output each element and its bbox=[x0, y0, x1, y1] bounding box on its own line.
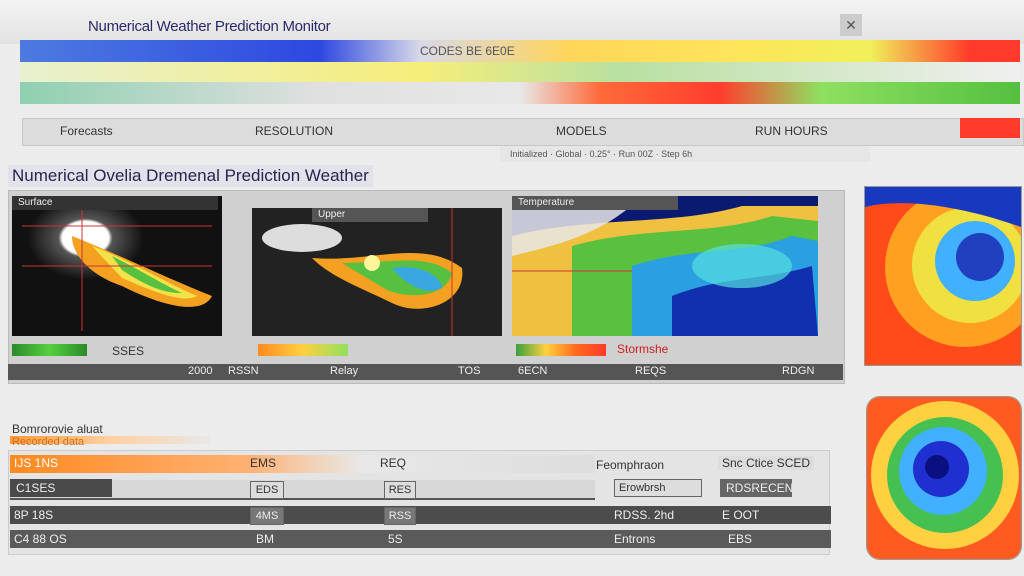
table-cell: BM bbox=[256, 532, 274, 546]
forecast-map-3-graphic bbox=[512, 196, 818, 336]
forecast-map-3[interactable] bbox=[512, 196, 818, 336]
section-subtitle: Recorded data bbox=[12, 436, 85, 448]
table-cell: RDSS. 2hd bbox=[614, 508, 675, 522]
axis-label: RSSN bbox=[228, 365, 259, 377]
legend-bar-3 bbox=[516, 344, 606, 356]
toolbar-strip-text: CODES BE 6E0E bbox=[420, 44, 515, 58]
table-cell: C1SES bbox=[10, 479, 112, 497]
vortex-thumbnail-1-graphic bbox=[865, 187, 1021, 365]
vortex-thumbnail-2-graphic bbox=[867, 397, 1021, 559]
table-cell: 8P 18S bbox=[14, 508, 54, 522]
legend-bar-1 bbox=[12, 344, 87, 356]
table-stepper[interactable]: EDS bbox=[250, 481, 284, 499]
nav-item-forecasts[interactable]: Forecasts bbox=[60, 124, 113, 138]
nav-accent-block bbox=[960, 118, 1020, 138]
status-subbar: Initialized · Global · 0.25° · Run 00Z ·… bbox=[500, 146, 870, 162]
table-cell: RDSRECEN bbox=[720, 479, 793, 497]
legend-bar-2 bbox=[258, 344, 348, 356]
table-cell: IJS 1NS bbox=[14, 456, 59, 470]
close-icon[interactable]: ✕ bbox=[840, 14, 862, 36]
legend-label-3: Stormshe bbox=[617, 342, 669, 356]
table-row[interactable] bbox=[10, 506, 831, 524]
legend-label-1: SSES bbox=[112, 344, 145, 358]
map-1-header: Surface bbox=[12, 196, 218, 210]
toolbar-strip-bottom[interactable] bbox=[20, 82, 1020, 104]
axis-label: Relay bbox=[330, 365, 359, 377]
table-stepper[interactable]: RSS bbox=[384, 507, 416, 525]
table-row[interactable] bbox=[10, 455, 595, 473]
toolbar-strip-top[interactable] bbox=[20, 40, 1020, 62]
axis-label: REQS bbox=[635, 365, 667, 377]
vortex-thumbnail-2[interactable] bbox=[866, 396, 1022, 560]
nav-item-models[interactable]: MODELS bbox=[556, 124, 607, 138]
table-side-cell: Snc Ctice SCED bbox=[718, 456, 815, 470]
table-stepper[interactable]: RES bbox=[384, 481, 416, 499]
table-stepper[interactable]: Erowbrsh bbox=[614, 479, 702, 497]
table-cell: 5S bbox=[388, 532, 403, 546]
section-title: Bomrorovie aluat bbox=[12, 422, 103, 436]
map-2-header: Upper bbox=[312, 208, 428, 222]
axis-label: 6ECN bbox=[518, 365, 548, 377]
table-stepper[interactable]: 4MS bbox=[250, 507, 284, 525]
table-side-cell: Feomphraon bbox=[596, 458, 665, 472]
toolbar-strip-middle[interactable] bbox=[20, 62, 1020, 82]
axis-label: 2000 bbox=[188, 365, 213, 377]
axis-label: RDGN bbox=[782, 365, 815, 377]
nav-bar bbox=[22, 118, 1024, 146]
map-axis-bar bbox=[8, 364, 843, 380]
vortex-thumbnail-1[interactable] bbox=[864, 186, 1022, 366]
nav-item-resolution[interactable]: RESOLUTION bbox=[255, 124, 333, 138]
nav-item-run-hours[interactable]: RUN HOURS bbox=[755, 124, 828, 138]
forecast-map-2-graphic bbox=[262, 208, 463, 336]
table-cell: REQ bbox=[380, 456, 407, 470]
table-row[interactable] bbox=[10, 530, 831, 548]
forecast-map-1[interactable] bbox=[12, 196, 222, 336]
map-3-header: Temperature bbox=[512, 196, 678, 210]
table-cell: Entrons bbox=[614, 532, 656, 546]
table-cell: E OOT bbox=[722, 508, 760, 522]
forecast-map-1-graphic bbox=[22, 206, 212, 331]
axis-label: TOS bbox=[458, 365, 481, 377]
table-cell: C4 88 OS bbox=[14, 532, 67, 546]
page-title: Numerical Ovelia Dremenal Prediction Wea… bbox=[8, 165, 373, 187]
table-cell: EBS bbox=[728, 532, 753, 546]
window-title: Numerical Weather Prediction Monitor bbox=[88, 18, 331, 35]
table-cell: EMS bbox=[250, 456, 277, 470]
forecast-map-2[interactable] bbox=[252, 208, 502, 336]
